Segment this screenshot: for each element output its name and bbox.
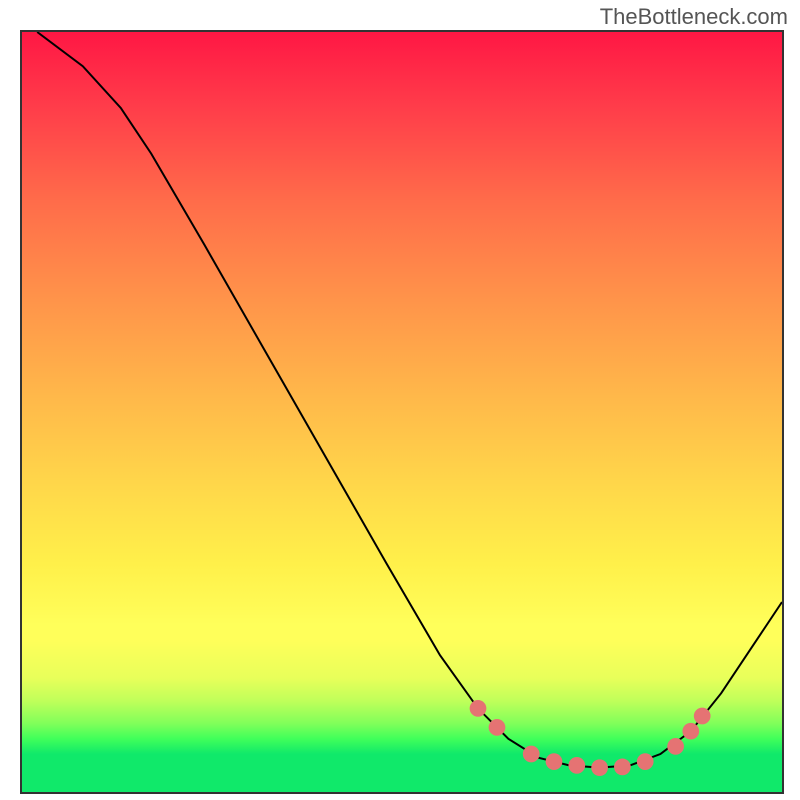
marker-point <box>568 757 585 774</box>
marker-point <box>470 700 487 717</box>
curve-line <box>37 32 782 768</box>
chart-container: TheBottleneck.com <box>0 0 800 800</box>
markers <box>470 700 711 776</box>
watermark-text: TheBottleneck.com <box>600 4 788 30</box>
marker-point <box>523 746 540 763</box>
marker-point <box>489 719 506 736</box>
marker-point <box>614 759 631 776</box>
marker-point <box>591 759 608 776</box>
marker-point <box>682 723 699 740</box>
chart-svg <box>22 32 782 792</box>
marker-point <box>546 753 563 770</box>
marker-point <box>637 753 654 770</box>
plot-area <box>20 30 784 794</box>
marker-point <box>694 708 711 725</box>
marker-point <box>667 738 684 755</box>
